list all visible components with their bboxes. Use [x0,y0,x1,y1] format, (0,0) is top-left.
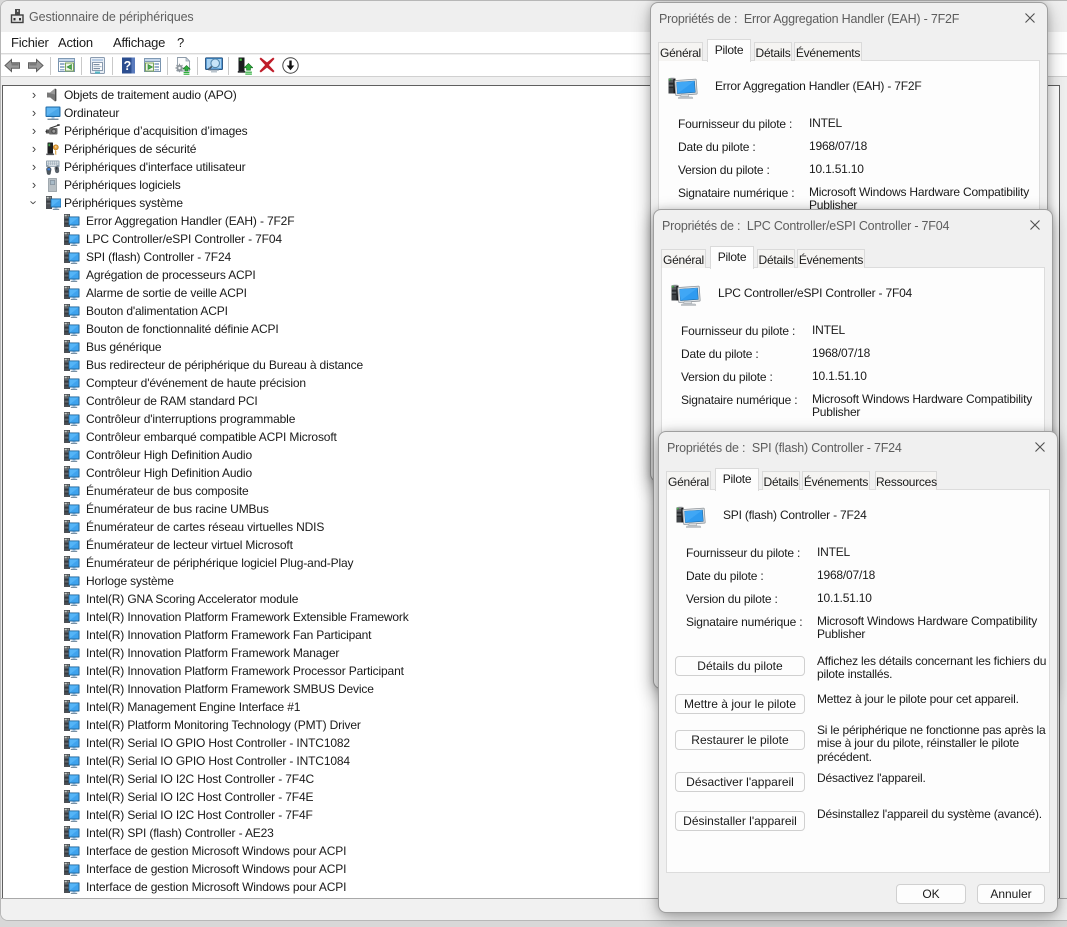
svg-text:?: ? [124,59,132,73]
